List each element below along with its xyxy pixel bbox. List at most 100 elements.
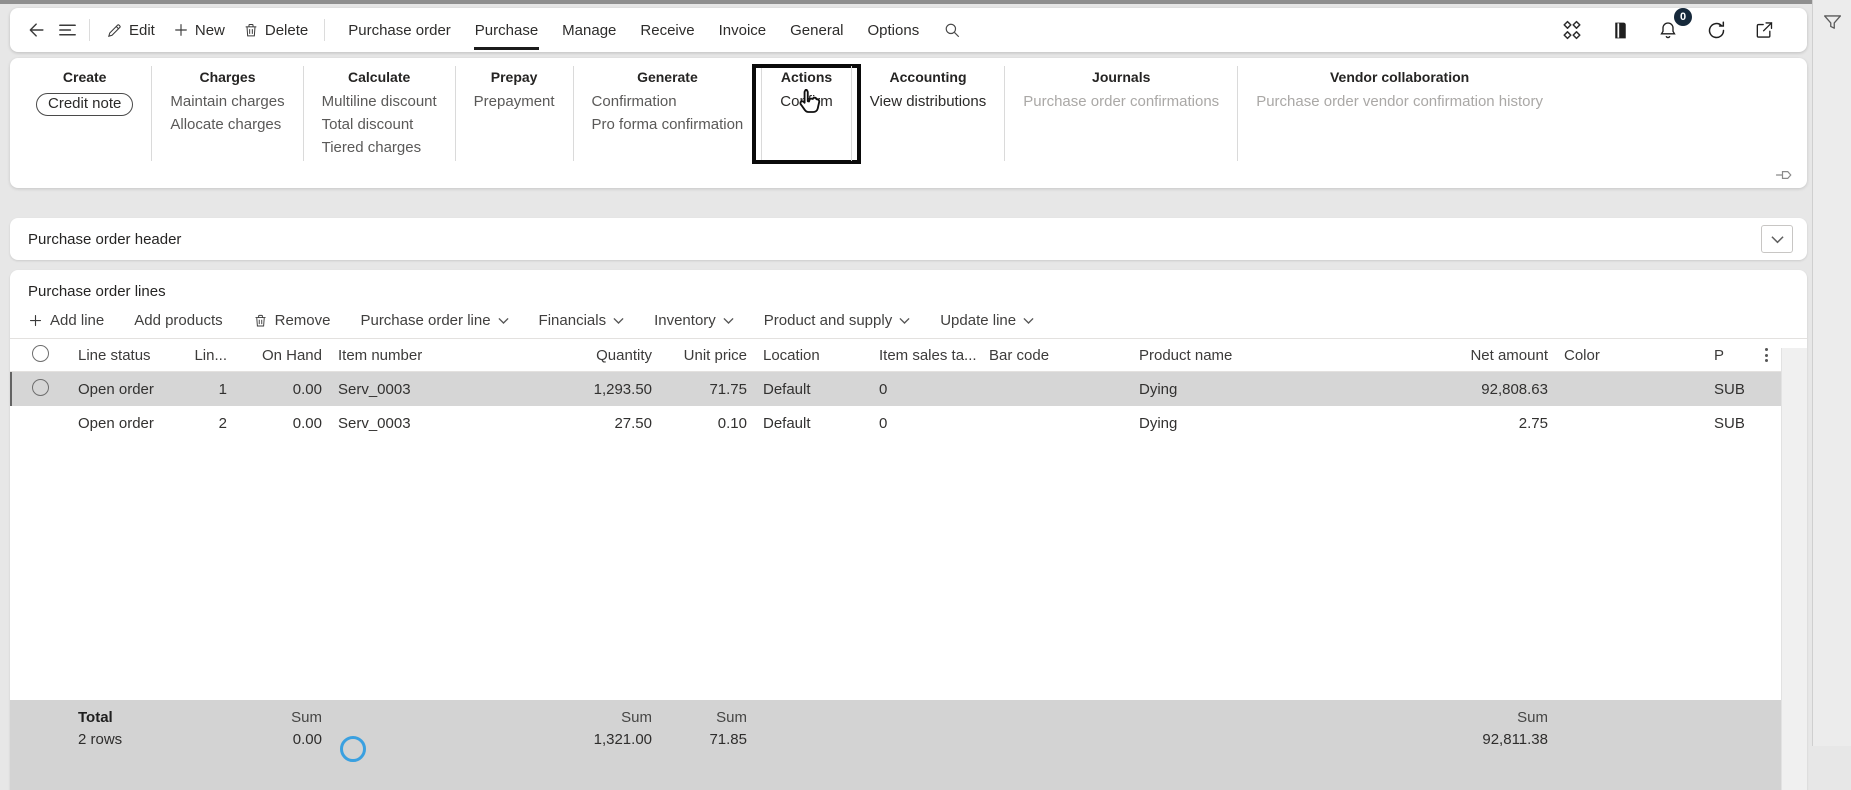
tab-invoice[interactable]: Invoice: [707, 10, 779, 50]
ribbon-groups: Create Credit note Charges Maintain charges…: [10, 58, 1807, 164]
cell-unit-price: 71.75: [709, 380, 747, 398]
chevron-down-icon: [613, 317, 624, 325]
cell-line-status: Open order: [78, 414, 154, 432]
column-header-color[interactable]: Color: [1556, 347, 1706, 364]
delete-button[interactable]: Delete: [234, 18, 317, 43]
ribbon-group-title: Actions: [780, 69, 833, 85]
grid-scrollbar[interactable]: [1781, 348, 1807, 790]
hamburger-icon[interactable]: [52, 15, 82, 45]
search-icon[interactable]: [937, 15, 967, 45]
pin-icon[interactable]: [1775, 168, 1793, 182]
cell-location: Default: [763, 380, 811, 398]
column-header-bar-code[interactable]: Bar code: [981, 347, 1131, 364]
allocate-charges-button[interactable]: Allocate charges: [170, 115, 284, 138]
cell-line: 1: [218, 380, 227, 398]
confirm-button[interactable]: Confirm: [780, 92, 833, 115]
add-products-button[interactable]: Add products: [134, 312, 222, 329]
on-hand-sum: 0.00: [292, 730, 322, 748]
plus-icon: [173, 22, 189, 38]
credit-note-button[interactable]: Credit note: [36, 92, 134, 121]
ribbon-group-prepay: Prepay Prepayment: [454, 66, 573, 161]
tab-general[interactable]: General: [778, 10, 855, 50]
column-header-item-number[interactable]: Item number: [330, 347, 550, 364]
column-header-product-name[interactable]: Product name: [1131, 347, 1411, 364]
pro-forma-confirmation-button[interactable]: Pro forma confirmation: [592, 115, 744, 138]
tab-purchase-order[interactable]: Purchase order: [336, 10, 463, 50]
filter-icon[interactable]: [1822, 12, 1843, 746]
purchase-order-lines-section: Purchase order lines Add line Add produc…: [10, 270, 1807, 790]
lines-toolbar: Add line Add products Remove Purchase or…: [10, 307, 1807, 338]
chevron-down-icon: [497, 317, 509, 325]
divider: [89, 19, 90, 41]
column-header-unit-price[interactable]: Unit price: [660, 347, 755, 364]
cell-on-hand: 0.00: [292, 414, 322, 432]
sum-label-on-hand: Sum: [291, 708, 322, 726]
confirmation-button[interactable]: Confirmation: [592, 92, 744, 115]
tab-options[interactable]: Options: [856, 10, 932, 50]
row-select-radio[interactable]: [32, 378, 49, 396]
menu-tabs: Purchase order Purchase Manage Receive Invoi…: [336, 8, 931, 52]
column-header-line-status[interactable]: Line status: [70, 347, 180, 364]
prepayment-button[interactable]: Prepayment: [474, 92, 555, 115]
ribbon-group-journals: Journals Purchase order confirmations: [1004, 66, 1237, 161]
purchase-order-line-menu[interactable]: Purchase order line: [360, 312, 509, 329]
column-options-ellipsis-icon[interactable]: [1759, 348, 1773, 362]
tab-manage[interactable]: Manage: [550, 10, 628, 50]
sum-label-net-amount: Sum: [1517, 708, 1548, 726]
action-pane-ribbon: Create Credit note Charges Maintain charges…: [10, 58, 1807, 188]
add-line-button[interactable]: Add line: [28, 312, 104, 329]
ribbon-group-title: Vendor collaboration: [1329, 69, 1470, 85]
maintain-charges-button[interactable]: Maintain charges: [170, 92, 284, 115]
column-header-item-sales-ta[interactable]: Item sales ta...: [871, 347, 981, 364]
ribbon-group-title: Calculate: [348, 69, 411, 85]
column-header-quantity[interactable]: Quantity: [550, 347, 660, 364]
update-line-menu[interactable]: Update line: [940, 312, 1034, 329]
table-row-1[interactable]: Open order 1 0.00 Serv_0003 1,293.50 71.75 Def…: [10, 372, 1807, 406]
app-toolbar: Edit New Delete Purchase order Purchase Ma…: [10, 8, 1807, 52]
chevron-down-icon: [1770, 235, 1784, 244]
diamond-grid-icon[interactable]: [1557, 15, 1587, 45]
column-header-on-hand[interactable]: On Hand: [235, 347, 330, 364]
refresh-icon[interactable]: [1701, 15, 1731, 45]
open-new-window-icon[interactable]: [1749, 15, 1779, 45]
plus-icon: [28, 313, 43, 328]
column-header-net-amount[interactable]: Net amount: [1411, 347, 1556, 364]
edit-button[interactable]: Edit: [97, 18, 164, 43]
line-menus: Purchase order line Financials Inventory Pr…: [360, 312, 1034, 329]
expand-header-button[interactable]: [1761, 225, 1793, 253]
ribbon-group-title: Accounting: [889, 69, 967, 85]
product-and-supply-menu[interactable]: Product and supply: [764, 312, 910, 329]
delete-label: Delete: [264, 21, 309, 39]
book-icon[interactable]: [1605, 15, 1635, 45]
ribbon-group-calculate: Calculate Multiline discount Total discoun…: [302, 66, 455, 161]
multiline-discount-button[interactable]: Multiline discount: [322, 92, 437, 115]
tiered-charges-button[interactable]: Tiered charges: [322, 138, 437, 161]
cell-location: Default: [763, 414, 811, 432]
filter-pane-rail: [1812, 0, 1851, 746]
ribbon-group-vendor-collaboration: Vendor collaboration Purchase order vendo…: [1237, 66, 1561, 161]
financials-menu[interactable]: Financials: [539, 312, 625, 329]
remove-button[interactable]: Remove: [253, 312, 330, 329]
rows-count: 2 rows: [78, 730, 123, 748]
cell-line: 2: [218, 414, 227, 432]
notifications-bell-icon[interactable]: 0: [1653, 8, 1692, 45]
table-row-2[interactable]: Open order 2 0.00 Serv_0003 27.50 0.10 Default…: [10, 406, 1807, 440]
view-distributions-button[interactable]: View distributions: [870, 92, 986, 115]
column-header-location[interactable]: Location: [755, 347, 871, 364]
tab-purchase[interactable]: Purchase: [463, 10, 550, 50]
column-header-p[interactable]: P: [1706, 347, 1781, 364]
ribbon-group-accounting: Accounting View distributions: [850, 66, 1004, 161]
cell-quantity: 27.50: [614, 414, 652, 432]
total-discount-button[interactable]: Total discount: [322, 115, 437, 138]
cell-line-status: Open order: [78, 380, 154, 398]
trash-icon: [243, 22, 259, 39]
chevron-down-icon: [723, 317, 734, 325]
back-icon[interactable]: [22, 15, 52, 45]
chevron-down-icon: [1023, 317, 1034, 325]
column-header-lin[interactable]: Lin...: [180, 347, 235, 364]
purchase-order-header-section: Purchase order header: [10, 218, 1807, 260]
new-button[interactable]: New: [164, 18, 234, 43]
select-all-radio[interactable]: [32, 344, 49, 362]
tab-receive[interactable]: Receive: [628, 10, 706, 50]
inventory-menu[interactable]: Inventory: [654, 312, 734, 329]
